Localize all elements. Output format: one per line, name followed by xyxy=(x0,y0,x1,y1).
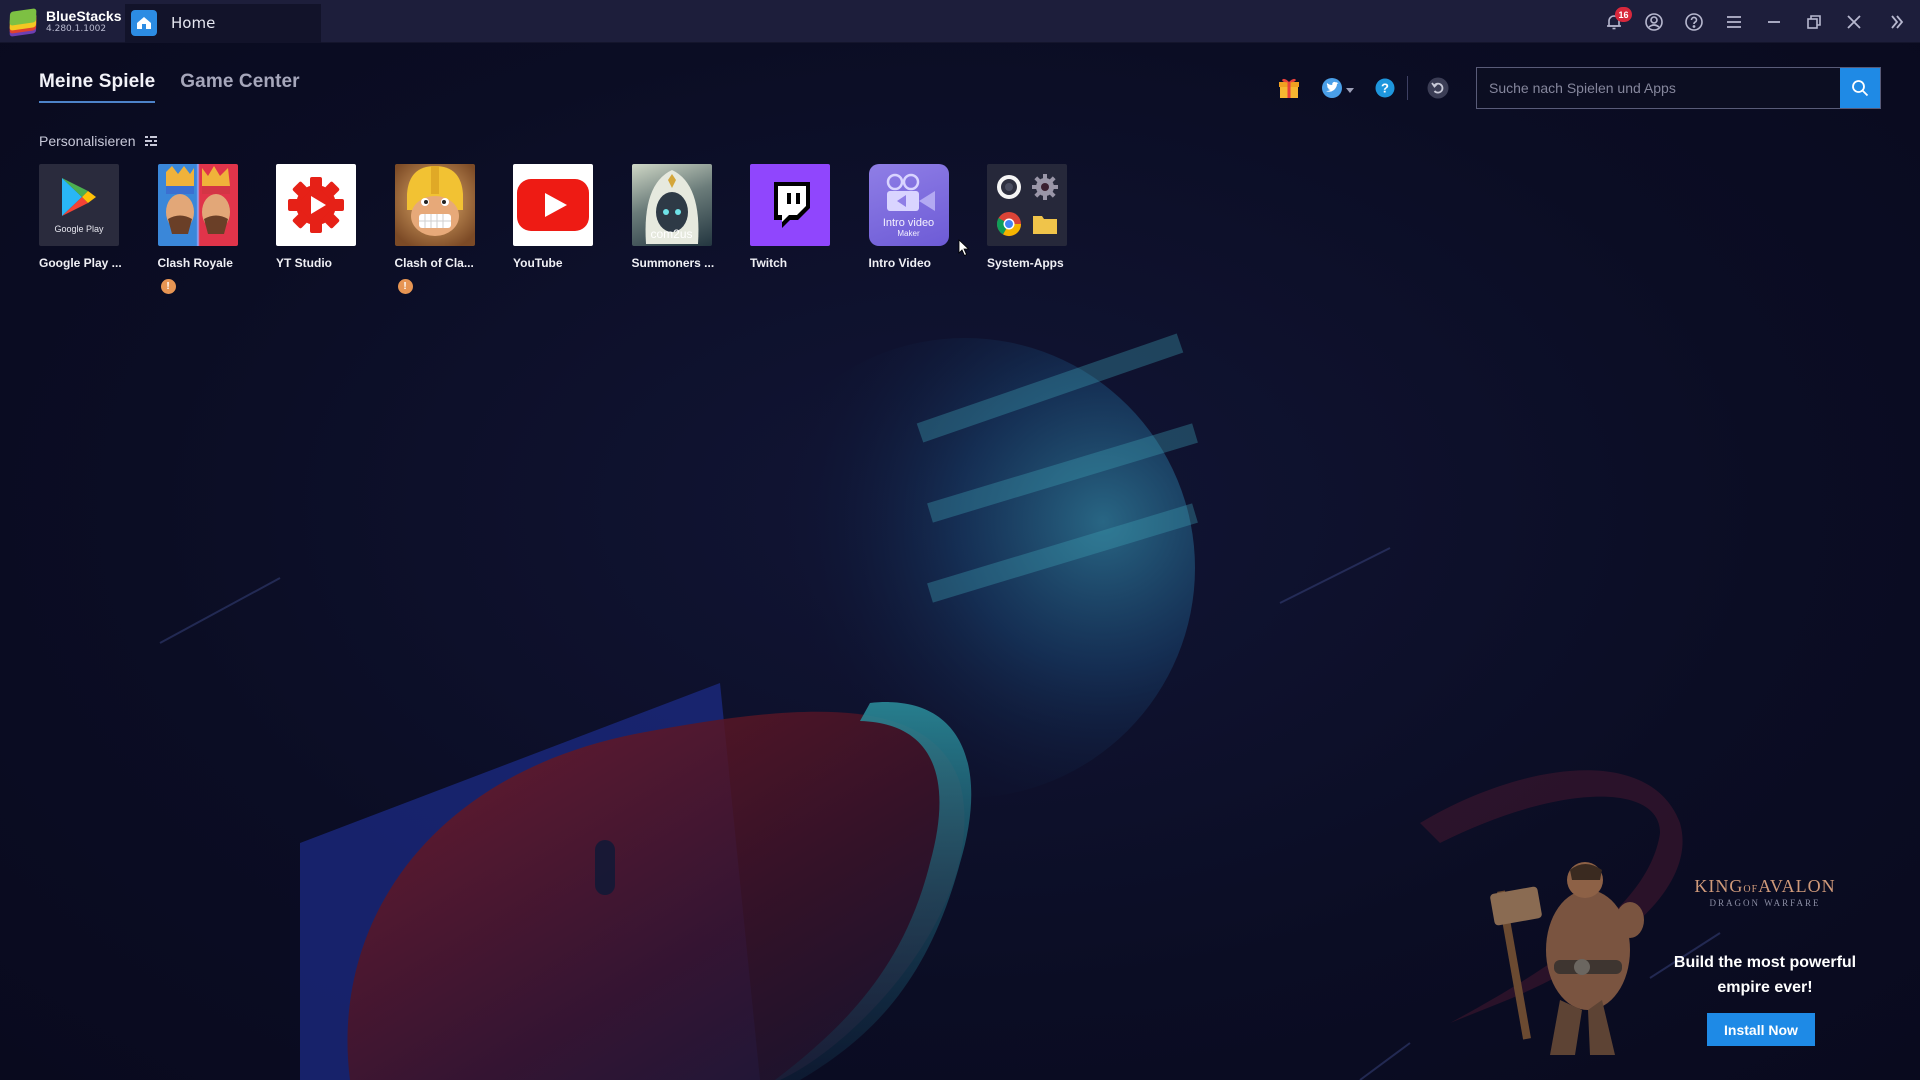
app-label: Clash of Cla... xyxy=(394,256,474,270)
main-area: Meine Spiele Game Center Personalisieren… xyxy=(0,43,1920,1080)
app-summoners-war[interactable]: com2us Summoners ... xyxy=(631,164,715,294)
gift-button[interactable] xyxy=(1271,70,1307,106)
app-label: Summoners ... xyxy=(631,256,715,270)
tab-home[interactable]: Home xyxy=(125,3,321,43)
app-label: YT Studio xyxy=(276,256,332,270)
app-label: Clash Royale xyxy=(157,256,233,270)
twitter-icon xyxy=(1321,78,1342,98)
refresh-icon xyxy=(1427,77,1449,99)
menu-button[interactable] xyxy=(1714,0,1754,43)
intro-video-icon-subtext: Maker xyxy=(897,228,920,238)
app-label: Intro Video xyxy=(868,256,931,270)
minimize-icon xyxy=(1768,20,1780,23)
app-grid: Google Play Google Play ... Clash Royale xyxy=(39,164,1106,294)
notifications-button[interactable]: 16 xyxy=(1594,0,1634,43)
close-button[interactable] xyxy=(1834,0,1874,43)
title-bar: BlueStacks 4.280.1.1002 Home 16 xyxy=(0,0,1920,43)
sidebar-toggle-button[interactable] xyxy=(1874,0,1920,43)
youtube-icon xyxy=(513,164,593,246)
twitter-button[interactable] xyxy=(1315,70,1359,106)
search-input[interactable] xyxy=(1477,68,1840,108)
camera-icon xyxy=(993,173,1025,201)
refresh-button[interactable] xyxy=(1420,70,1456,106)
search-box xyxy=(1476,67,1881,109)
clash-royale-icon xyxy=(157,164,238,246)
toolbar: ? xyxy=(1263,67,1881,109)
ad-banner[interactable]: KINGOFAVALON DRAGON WARFARE Build the mo… xyxy=(1480,800,1880,1080)
app-label: YouTube xyxy=(513,256,563,270)
app-clash-of-clans[interactable]: Clash of Cla... ! xyxy=(394,164,475,294)
brand: BlueStacks 4.280.1.1002 xyxy=(0,0,125,43)
intro-video-icon-text: Intro video xyxy=(882,216,935,229)
sidebar-toggle-icon xyxy=(1891,14,1904,29)
twitch-icon xyxy=(750,164,830,246)
home-tab-label: Home xyxy=(171,14,216,32)
personalize-button[interactable]: Personalisieren xyxy=(39,133,157,149)
app-label: System-Apps xyxy=(987,256,1064,270)
search-button[interactable] xyxy=(1840,68,1880,108)
help-icon xyxy=(1685,12,1703,31)
ad-game-title-2: OF xyxy=(1743,884,1759,895)
settings-icon xyxy=(1029,173,1061,201)
search-icon xyxy=(1852,80,1869,97)
tab-my-games[interactable]: Meine Spiele xyxy=(39,71,156,103)
home-icon xyxy=(131,10,157,36)
app-yt-studio[interactable]: YT Studio xyxy=(276,164,356,294)
tab-game-center[interactable]: Game Center xyxy=(180,71,299,103)
restore-button[interactable] xyxy=(1794,0,1834,43)
app-system-apps[interactable]: System-Apps xyxy=(987,164,1067,294)
clash-of-clans-icon xyxy=(394,164,475,246)
ad-game-title-1: KING xyxy=(1694,876,1744,896)
help-icon: ? xyxy=(1375,78,1395,98)
separator xyxy=(1407,76,1408,100)
chevron-down-icon xyxy=(1345,88,1354,93)
install-now-button[interactable]: Install Now xyxy=(1707,1013,1815,1046)
summoners-war-icon: com2us xyxy=(631,164,712,246)
yt-studio-icon xyxy=(276,164,356,246)
notification-badge: 16 xyxy=(1615,7,1632,22)
tab-bar: Meine Spiele Game Center xyxy=(39,71,325,103)
close-icon xyxy=(1847,14,1861,29)
warning-badge: ! xyxy=(160,279,176,294)
capsule-slot xyxy=(595,840,615,895)
ad-game-title-3: AVALON xyxy=(1758,876,1836,896)
ad-hero-image xyxy=(1490,862,1644,1055)
app-clash-royale[interactable]: Clash Royale ! xyxy=(157,164,238,294)
help-button-round[interactable]: ? xyxy=(1367,70,1403,106)
chrome-icon xyxy=(993,210,1025,238)
system-apps-icon xyxy=(987,164,1067,246)
bluestacks-logo-icon xyxy=(8,7,40,37)
app-youtube[interactable]: YouTube xyxy=(513,164,593,294)
summoners-war-icon-text: com2us xyxy=(650,227,693,241)
ad-game-logo: KINGOFAVALON DRAGON WARFARE xyxy=(1680,876,1850,908)
grid-icon xyxy=(144,136,157,146)
google-play-icon-text: Google Play xyxy=(54,224,104,234)
menu-icon xyxy=(1727,15,1741,28)
app-twitch[interactable]: Twitch xyxy=(750,164,830,294)
app-google-play[interactable]: Google Play Google Play ... xyxy=(39,164,122,294)
account-icon xyxy=(1645,12,1663,31)
account-button[interactable] xyxy=(1634,0,1674,43)
svg-text:?: ? xyxy=(1381,81,1389,96)
app-name: BlueStacks xyxy=(46,7,122,24)
folder-icon xyxy=(1029,213,1061,235)
minimize-button[interactable] xyxy=(1754,0,1794,43)
app-intro-video[interactable]: Intro video Maker Intro Video xyxy=(868,164,949,294)
intro-video-icon: Intro video Maker xyxy=(868,164,949,246)
mouse-cursor xyxy=(958,239,970,257)
gift-icon xyxy=(1279,78,1299,98)
personalize-label: Personalisieren xyxy=(39,133,136,149)
app-label: Google Play ... xyxy=(39,256,122,270)
ad-headline: Build the most powerful empire ever! xyxy=(1673,954,1857,996)
restore-icon xyxy=(1807,14,1821,29)
warning-badge: ! xyxy=(397,279,413,294)
ad-game-subtitle: DRAGON WARFARE xyxy=(1709,898,1821,908)
app-version: 4.280.1.1002 xyxy=(46,23,107,34)
google-play-icon: Google Play xyxy=(39,164,119,246)
app-label: Twitch xyxy=(750,256,788,270)
help-button[interactable] xyxy=(1674,0,1714,43)
